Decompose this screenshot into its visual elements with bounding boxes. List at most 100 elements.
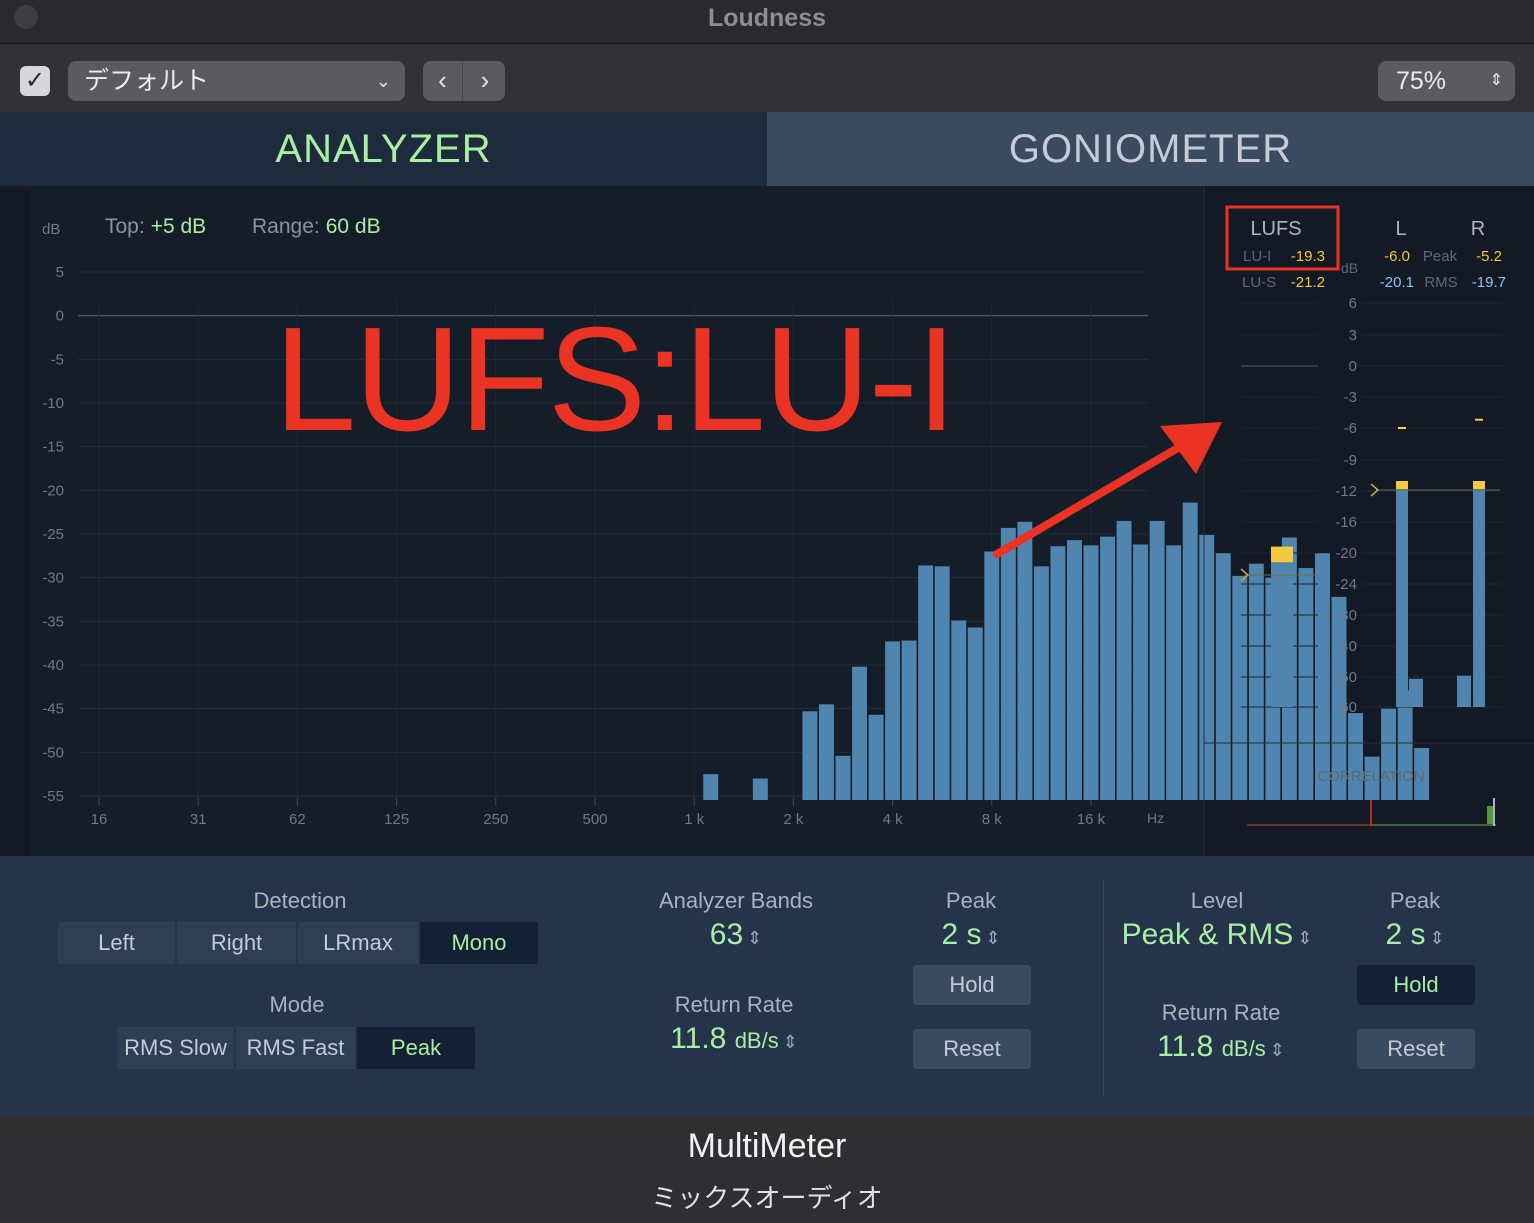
spectrum-bar bbox=[1083, 545, 1099, 800]
range-setting[interactable]: Range: 60 dB bbox=[252, 215, 381, 239]
lu-s-value: -21.2 bbox=[1291, 274, 1325, 291]
meter-scale-label: -24 bbox=[1335, 576, 1357, 593]
correlation-label: CORRELATION bbox=[1317, 768, 1424, 785]
spectrum-bar bbox=[1166, 545, 1182, 800]
spectrum-bar bbox=[1100, 536, 1115, 800]
lu-i-value: -19.3 bbox=[1291, 248, 1325, 265]
spectrum-bar bbox=[819, 704, 834, 800]
y-tick-label: -25 bbox=[42, 526, 64, 543]
analyzer-bands-label: Analyzer Bands bbox=[658, 888, 814, 913]
bypass-checkbox[interactable]: ✓ bbox=[20, 66, 50, 96]
x-tick-label: 500 bbox=[582, 811, 607, 828]
preset-label: デフォルト bbox=[84, 67, 210, 95]
zoom-select[interactable]: 75% ⇕ bbox=[1378, 61, 1515, 101]
x-tick-label: 31 bbox=[190, 811, 207, 828]
plugin-toolbar: ✓ デフォルト ⌄ ‹ › 75% ⇕ bbox=[0, 44, 1534, 112]
meter-scale-label: -30 bbox=[1335, 607, 1357, 624]
analyzer-peak-select[interactable]: 2 s ⇕ bbox=[912, 918, 1030, 952]
spectrum-bar bbox=[984, 551, 1000, 800]
mode-rms-fast-button[interactable]: RMS Fast bbox=[236, 1027, 355, 1069]
mode-peak-button[interactable]: Peak bbox=[357, 1027, 475, 1069]
y-tick-label: 0 bbox=[56, 308, 64, 325]
chevron-down-icon: ⌄ bbox=[375, 71, 391, 91]
spectrum-bar bbox=[1050, 546, 1066, 800]
analyzer-canvas: 50-5-10-15-20-25-30-35-40-45-50-55dB16 31… bbox=[30, 186, 1534, 856]
meter-l-title: L bbox=[1395, 218, 1406, 240]
meter-scale-label: -3 bbox=[1344, 389, 1357, 406]
spectrum-bar bbox=[802, 711, 818, 800]
spectrum-bar bbox=[885, 641, 901, 800]
plugin-footer: MultiMeter ミックスオーディオ bbox=[0, 1116, 1534, 1223]
y-tick-label: -35 bbox=[42, 613, 64, 630]
analyzer-reset-button[interactable]: Reset bbox=[913, 1029, 1031, 1069]
lufs-meter-bar bbox=[1271, 562, 1293, 707]
stepper-icon: ⇕ bbox=[985, 928, 1001, 948]
y-tick-label: -10 bbox=[42, 395, 64, 412]
spectrum-bar bbox=[1017, 521, 1033, 800]
spectrum-bar bbox=[852, 666, 867, 800]
meter-r-bar bbox=[1473, 481, 1485, 707]
tab-goniometer[interactable]: GONIOMETER bbox=[767, 112, 1534, 186]
previous-preset-button[interactable]: ‹ bbox=[423, 61, 463, 101]
tab-analyzer[interactable]: ANALYZER bbox=[0, 112, 767, 186]
spectrum-bar bbox=[868, 714, 884, 800]
detection-right-button[interactable]: Right bbox=[177, 922, 296, 964]
meter-scale-label: -12 bbox=[1335, 483, 1357, 500]
stepper-icon: ⇕ bbox=[1297, 928, 1313, 948]
peak-l-value: -6.0 bbox=[1384, 248, 1410, 265]
annotation-text: LUFS:LU-I bbox=[274, 297, 957, 462]
analyzer-hold-button[interactable]: Hold bbox=[913, 965, 1031, 1005]
range-value: 60 dB bbox=[325, 215, 381, 238]
spectrum-bar bbox=[1381, 708, 1397, 800]
level-return-rate-value: 11.8 bbox=[1157, 1030, 1214, 1063]
meter-l-peak-hold bbox=[1398, 427, 1406, 429]
x-tick-label: 16 k bbox=[1077, 811, 1106, 828]
spectrum-bar bbox=[1348, 713, 1363, 800]
meter-l-peak-cap bbox=[1396, 481, 1408, 489]
meter-scale-label: -9 bbox=[1344, 452, 1357, 469]
next-preset-button[interactable]: › bbox=[465, 61, 505, 101]
level-reset-button[interactable]: Reset bbox=[1357, 1029, 1475, 1069]
meter-r-peak-cap bbox=[1473, 481, 1485, 489]
y-tick-label: -50 bbox=[42, 744, 64, 761]
level-peak-select[interactable]: 2 s ⇕ bbox=[1356, 918, 1474, 952]
meter-l-rms-bar bbox=[1409, 678, 1423, 707]
detection-mono-button[interactable]: Mono bbox=[420, 922, 538, 964]
spectrum-bar bbox=[1215, 553, 1231, 800]
spectrum-bar bbox=[835, 755, 851, 800]
spectrum-bar bbox=[1232, 575, 1248, 800]
controls-divider bbox=[1103, 880, 1104, 1095]
spectrum-bar bbox=[1133, 544, 1149, 800]
y-tick-label: 5 bbox=[56, 264, 64, 281]
level-return-rate-select[interactable]: 11.8 dB/s ⇕ bbox=[1121, 1030, 1321, 1064]
top-setting[interactable]: Top: +5 dB bbox=[105, 215, 206, 239]
preset-dropdown[interactable]: デフォルト ⌄ bbox=[68, 61, 405, 101]
return-rate-select[interactable]: 11.8 dB/s ⇕ bbox=[634, 1022, 834, 1056]
level-value: Peak & RMS bbox=[1121, 918, 1294, 951]
level-select[interactable]: Peak & RMS ⇕ bbox=[1097, 918, 1337, 952]
return-rate-label: Return Rate bbox=[674, 992, 794, 1017]
meter-scale-label: -20 bbox=[1335, 545, 1357, 562]
stepper-icon: ⇕ bbox=[1429, 928, 1445, 948]
meter-scale-label: -50 bbox=[1335, 669, 1357, 686]
mode-rms-slow-button[interactable]: RMS Slow bbox=[117, 1027, 234, 1069]
stepper-icon: ⇕ bbox=[782, 1032, 798, 1052]
meter-scale-label: -40 bbox=[1335, 638, 1357, 655]
analyzer-bands-select[interactable]: 63 ⇕ bbox=[636, 918, 836, 952]
peak-r-value: -5.2 bbox=[1476, 248, 1502, 265]
return-rate-unit: dB/s bbox=[734, 1028, 779, 1053]
lufs-integrated-marker bbox=[1271, 546, 1293, 563]
meter-scale-label: -60 bbox=[1335, 699, 1357, 716]
mode-label: Mode bbox=[269, 992, 325, 1017]
spectrum-bar bbox=[1000, 527, 1016, 800]
spectrum-bar bbox=[918, 565, 934, 800]
level-label: Level bbox=[1190, 888, 1244, 913]
rms-r-value: -19.7 bbox=[1472, 274, 1506, 291]
spectrum-bar bbox=[901, 640, 917, 800]
detection-lrmax-button[interactable]: LRmax bbox=[298, 922, 418, 964]
level-hold-button[interactable]: Hold bbox=[1357, 965, 1475, 1005]
x-tick-label: 8 k bbox=[982, 811, 1003, 828]
analyzer-peak-label: Peak bbox=[945, 888, 997, 913]
y-tick-label: -55 bbox=[42, 788, 64, 805]
detection-left-button[interactable]: Left bbox=[58, 922, 175, 964]
